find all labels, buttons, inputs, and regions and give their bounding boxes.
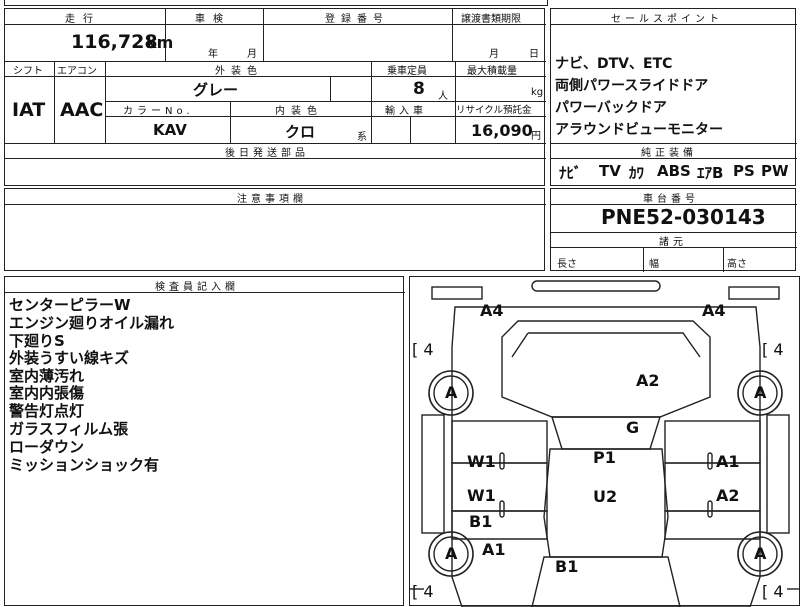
equip-navi: ﾅﾋﾞ: [559, 164, 582, 182]
wheel-front-right: A: [754, 383, 767, 402]
note-9: ローダウン: [9, 438, 85, 456]
damage-left-sill: B1: [469, 512, 493, 531]
damage-diagram-box: [ 4 [ 4 [ 4 [ 4 A A A A A4 A4 A2 G P1 U2…: [409, 276, 800, 607]
exterior-color-value: グレー: [193, 81, 239, 99]
interior-color-value: クロ: [285, 123, 316, 141]
damage-front-right: A4: [702, 301, 726, 320]
equip-abs: ABS: [657, 162, 691, 180]
equip-pw: PW: [761, 162, 789, 180]
sales-point-2: 両側パワースライドドア: [555, 78, 709, 94]
header-max-load: 最大積載量: [467, 66, 517, 77]
note-7: 警告灯点灯: [9, 402, 85, 420]
sales-point-4: アラウンドビューモニター: [555, 122, 723, 138]
damage-roof-front: P1: [593, 448, 616, 467]
tire-count-bl: [ 4: [412, 582, 434, 601]
note-1: センターピラーW: [9, 296, 131, 314]
equip-tv: TV: [599, 162, 621, 180]
aircon-value: AAC: [60, 99, 104, 121]
note-2: エンジン廻りオイル漏れ: [9, 314, 175, 332]
mileage-value: 116,728: [71, 31, 158, 53]
color-no-value: KAV: [153, 121, 187, 139]
interior-suffix: 系: [357, 132, 367, 143]
sales-point-box: セールスポイント ナビ、DTV、ETC 両側パワースライドドア パワーバックドア…: [550, 8, 797, 186]
header-recycle: リサイクル預託金: [456, 105, 532, 116]
header-genuine-equipment: 純正装備: [641, 148, 697, 159]
chassis-box: 車台番号 PNE52-030143 諸元 長さ 幅 高さ: [550, 188, 797, 272]
damage-roof-rear: U2: [593, 487, 618, 506]
tire-count-tr: [ 4: [762, 340, 784, 359]
length-label: 長さ: [557, 259, 577, 270]
tire-count-tl: [ 4: [412, 340, 434, 359]
damage-front-left: A4: [480, 301, 504, 320]
header-aircon: エアコン: [57, 66, 97, 77]
inspector-notes-box: 検査員記入欄 センターピラーW エンジン廻りオイル漏れ 下廻りS 外装うすい線キ…: [4, 276, 405, 606]
damage-hood: A2: [636, 371, 660, 390]
mileage-unit: km: [146, 33, 174, 52]
note-10: ミッションショック有: [9, 456, 160, 474]
recycle-value: 16,090: [471, 121, 533, 140]
header-chassis-no: 車台番号: [643, 194, 699, 205]
width-label: 幅: [649, 259, 659, 270]
header-later-parts: 後日発送部品: [225, 148, 309, 159]
header-transfer-deadline: 譲渡書類期限: [461, 14, 521, 25]
damage-right-front-door: A1: [716, 452, 740, 471]
header-import: 輸入車: [385, 106, 427, 117]
note-4: 外装うすい線キズ: [9, 349, 130, 367]
header-mileage: 走行: [65, 14, 101, 25]
inspection-year-unit: 年: [208, 49, 218, 60]
header-registration: 登録番号: [325, 14, 389, 25]
note-6: 室内内張傷: [9, 384, 85, 402]
header-dimensions: 諸元: [659, 237, 687, 248]
deadline-day-unit: 日: [529, 49, 539, 60]
deadline-month-unit: 月: [489, 49, 499, 60]
sales-point-1: ナビ、DTV、ETC: [555, 56, 673, 72]
height-label: 高さ: [727, 259, 747, 270]
damage-left-rear-door: W1: [467, 486, 496, 505]
capacity-value: 8: [413, 79, 425, 99]
equip-ps: PS: [733, 162, 755, 180]
sales-point-3: パワーバックドア: [555, 100, 667, 116]
header-shift: シフト: [13, 66, 43, 77]
damage-left-rear-quarter: A1: [482, 540, 506, 559]
damage-right-rear-door: A2: [716, 486, 740, 505]
damage-rear: B1: [555, 557, 579, 576]
load-unit: kg: [531, 87, 544, 98]
header-interior-color: 内装色: [275, 106, 323, 117]
header-inspection: 車検: [195, 14, 231, 25]
top-strip: [4, 0, 548, 6]
note-3: 下廻りS: [9, 332, 65, 350]
inspection-month-unit: 月: [247, 49, 257, 60]
chassis-no-value: PNE52-030143: [601, 205, 766, 229]
header-color-no: カラーNo.: [123, 106, 194, 117]
header-exterior-color: 外装色: [215, 66, 263, 77]
header-sales-point: セールスポイント: [611, 14, 723, 25]
header-inspector-notes: 検査員記入欄: [155, 282, 239, 293]
wheel-rear-left: A: [445, 544, 458, 563]
vehicle-info-table: 走行 車検 登録番号 譲渡書類期限 シフト エアコン 外装色 乗車定員 最大積載…: [4, 8, 546, 186]
equip-airbag: ｴｱB: [697, 164, 724, 182]
shift-value: IAT: [12, 99, 46, 121]
note-8: ガラスフィルム張: [9, 420, 129, 438]
tire-count-br: [ 4: [762, 582, 784, 601]
note-5: 室内薄汚れ: [9, 367, 85, 385]
wheel-rear-right: A: [754, 544, 767, 563]
recycle-unit: 円: [531, 131, 541, 142]
header-capacity: 乗車定員: [387, 66, 427, 77]
equip-leather: ｶﾜ: [629, 164, 645, 182]
damage-left-front-door: W1: [467, 452, 496, 471]
cautions-box: 注意事項欄: [4, 188, 546, 271]
car-outline-diagram: [410, 280, 800, 607]
wheel-front-left: A: [445, 383, 458, 402]
header-cautions: 注意事項欄: [237, 194, 307, 205]
damage-windshield: G: [626, 418, 640, 437]
capacity-unit: 人: [438, 91, 448, 102]
